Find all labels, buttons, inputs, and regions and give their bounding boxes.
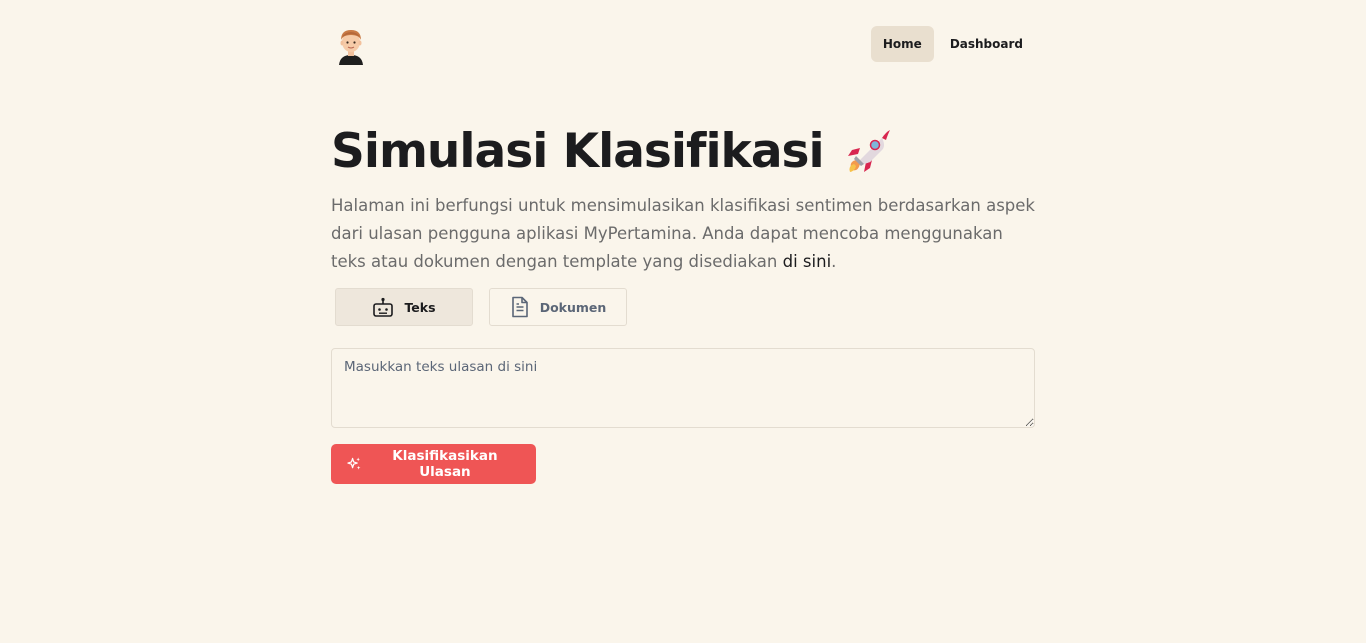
tab-dokumen-label: Dokumen [539,299,607,315]
main-container: Home Dashboard Simulasi Klasifikasi Hala… [331,0,1035,484]
avatar[interactable] [337,27,365,65]
review-text-input[interactable] [331,348,1035,428]
header: Home Dashboard [331,0,1035,88]
nav-home[interactable]: Home [870,26,934,62]
page: Home Dashboard Simulasi Klasifikasi Hala… [0,0,1366,643]
description-text: Halaman ini berfungsi untuk mensimulasik… [331,196,1035,271]
description-end: . [831,252,837,271]
template-link[interactable]: di sini [783,252,832,271]
page-title: Simulasi Klasifikasi [331,124,825,179]
tab-teks-label: Teks [404,299,436,315]
input-mode-tabs: Teks Dokumen [335,288,627,326]
tab-teks[interactable]: Teks [335,288,473,326]
top-nav: Home Dashboard [870,26,1035,62]
avatar-icon [339,30,363,65]
nav-dashboard[interactable]: Dashboard [938,26,1035,62]
sparkles-icon [347,457,361,470]
document-icon [511,296,528,318]
title-row: Simulasi Klasifikasi [331,122,894,182]
classify-button-label: Klasifikasikan Ulasan [392,448,498,480]
page-description: Halaman ini berfungsi untuk mensimulasik… [331,192,1035,276]
rocket-icon [847,130,890,172]
tab-dokumen[interactable]: Dokumen [489,288,627,326]
review-input-wrapper [331,348,1035,428]
classify-button[interactable]: Klasifikasikan Ulasan [331,444,536,484]
robot-icon [373,297,394,317]
